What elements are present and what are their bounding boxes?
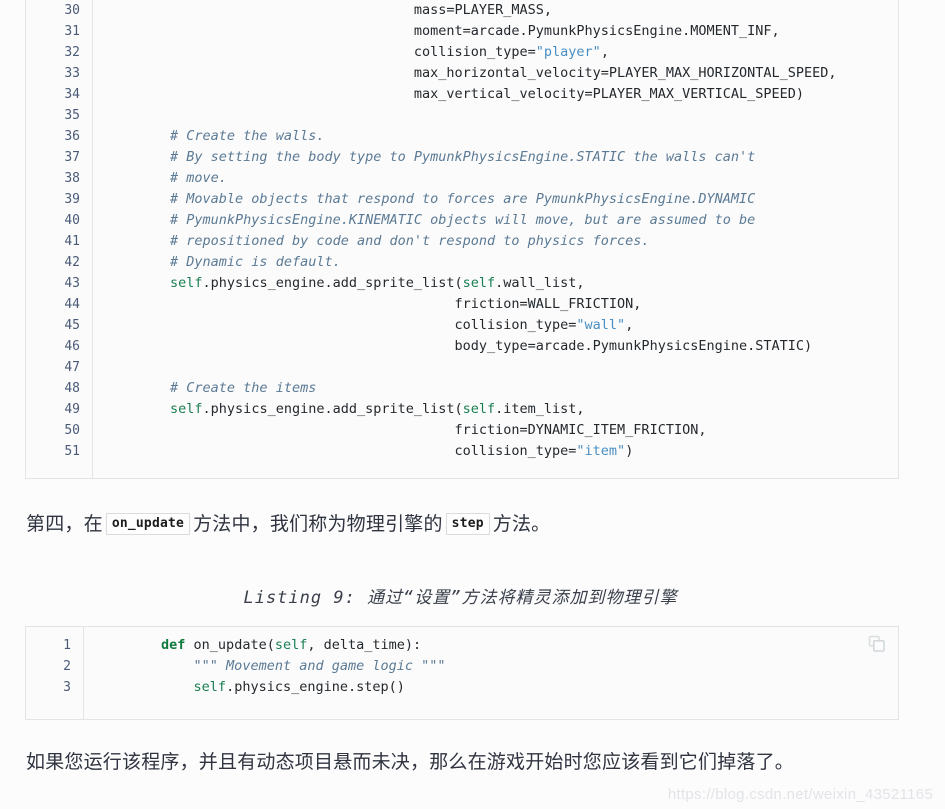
code-line: max_vertical_velocity=PLAYER_MAX_VERTICA… — [413, 86, 804, 102]
code-line: max_horizontal_velocity=PLAYER_MAX_HORIZ… — [413, 65, 837, 81]
code-line: # Create the items — [105, 378, 898, 399]
code-token-doc: """ Movement and game logic """ — [193, 658, 446, 674]
code-content[interactable]: def on_update(self, delta_time): """ Mov… — [84, 627, 898, 719]
line-number: 49 — [64, 402, 80, 417]
code-line: # PymunkPhysicsEngine.KINEMATIC objects … — [105, 210, 898, 231]
line-number: 38 — [64, 171, 80, 186]
code-line: # By setting the body type to PymunkPhys… — [105, 147, 898, 168]
line-number: 40 — [64, 213, 80, 228]
line-number: 35 — [64, 108, 80, 123]
code-line: self.physics_engine.add_sprite_list(self… — [170, 275, 585, 291]
code-line: moment=arcade.PymunkPhysicsEngine.MOMENT… — [413, 23, 780, 39]
code-line: # Movable objects that respond to forces… — [105, 189, 898, 210]
line-number-gutter: 1 2 3 — [26, 627, 84, 719]
line-number: 33 — [64, 66, 80, 81]
line-number: 48 — [64, 381, 80, 396]
paragraph-closing: 如果您运行该程序，并且有动态项目悬而未决，那么在游戏开始时您应该看到它们掉落了。 — [26, 752, 795, 773]
code-token-com: # By setting the body type to PymunkPhys… — [170, 149, 756, 165]
code-line: collision_type="item") — [454, 443, 634, 459]
line-number-gutter: 30 31 32 33 34 35 36 37 38 39 40 41 42 43 44 45 46 47 48 49… — [26, 0, 93, 478]
code-line: def on_update(self, delta_time): — [161, 637, 422, 653]
code-token-self: self — [170, 401, 203, 417]
line-number: 39 — [64, 192, 80, 207]
line-number: 32 — [64, 45, 80, 60]
line-number: 30 — [64, 3, 80, 18]
code-line: self.physics_engine.step() — [193, 679, 405, 695]
code-line: friction=DYNAMIC_ITEM_FRICTION, — [454, 422, 707, 438]
line-number: 44 — [64, 297, 80, 312]
paragraph-text-part-2: 方法中，我们称为物理引擎的 — [193, 514, 443, 535]
csdn-watermark: https://blog.csdn.net/weixin_43521165 — [667, 786, 933, 803]
line-number: 2 — [63, 659, 71, 674]
listing-caption: Listing 9: 通过“设置”方法将精灵添加到物理引擎 — [243, 588, 678, 608]
code-line: collision_type="player", — [413, 44, 609, 60]
line-number: 46 — [64, 339, 80, 354]
code-line: # move. — [105, 168, 898, 189]
code-block-listing-8: 30 31 32 33 34 35 36 37 38 39 40 41 42 43 44 45 46 47 48 49… — [25, 0, 899, 479]
inline-code-on-update: on_update — [105, 513, 191, 535]
line-number: 41 — [64, 234, 80, 249]
line-number: 1 — [63, 638, 71, 653]
code-line: """ Movement and game logic """ — [96, 656, 898, 677]
code-line: # Create the walls. — [105, 126, 898, 147]
code-token-kw: def — [161, 637, 186, 653]
line-number: 34 — [64, 87, 80, 102]
code-line: # Dynamic is default. — [105, 252, 898, 273]
code-token-com: # Create the items — [170, 380, 317, 396]
line-number: 50 — [64, 423, 80, 438]
code-content[interactable]: mass=PLAYER_MASS, moment=arcade.PymunkPh… — [93, 0, 898, 478]
line-number: 43 — [64, 276, 80, 291]
code-token-str: "item" — [576, 443, 626, 459]
code-token-self: self — [462, 275, 496, 291]
article-page: 30 31 32 33 34 35 36 37 38 39 40 41 42 43 44 45 46 47 48 49… — [0, 0, 945, 809]
line-number: 45 — [64, 318, 80, 333]
line-number: 31 — [64, 24, 80, 39]
code-token-self: self — [170, 275, 203, 291]
line-number: 37 — [64, 150, 80, 165]
line-number: 36 — [64, 129, 80, 144]
line-number: 42 — [64, 255, 80, 270]
line-number: 3 — [63, 680, 71, 695]
code-token-com: # move. — [170, 170, 227, 186]
paragraph-text-part-1: 第四，在 — [26, 514, 103, 535]
code-line: friction=WALL_FRICTION, — [454, 296, 642, 312]
code-block-listing-9: 1 2 3 def on_update(self, delta_time): """… — [25, 626, 899, 720]
copy-icon[interactable] — [868, 635, 886, 653]
code-token-self: self — [193, 679, 227, 695]
paragraph-text-part-3: 方法。 — [492, 514, 551, 535]
code-token-com: # repositioned by code and don't respond… — [170, 233, 650, 249]
code-token-self: self — [274, 637, 308, 653]
code-line: # repositioned by code and don't respond… — [105, 231, 898, 252]
code-token-str: "player" — [535, 44, 601, 60]
code-token-com: # PymunkPhysicsEngine.KINEMATIC objects … — [170, 212, 756, 228]
code-line: mass=PLAYER_MASS, — [413, 2, 553, 18]
code-token-self: self — [462, 401, 496, 417]
code-token-com: # Create the walls. — [170, 128, 325, 144]
code-line: self.physics_engine.add_sprite_list(self… — [170, 401, 585, 417]
code-line: collision_type="wall", — [454, 317, 634, 333]
inline-code-step: step — [445, 513, 490, 535]
code-token-str: "wall" — [576, 317, 626, 333]
line-number: 51 — [64, 444, 80, 459]
line-number: 47 — [64, 360, 80, 375]
code-token-com: # Movable objects that respond to forces… — [170, 191, 756, 207]
paragraph-on-update: 第四，在 on_update 方法中，我们称为物理引擎的 step 方法。 — [26, 510, 550, 540]
code-token-com: # Dynamic is default. — [170, 254, 341, 270]
code-line: body_type=arcade.PymunkPhysicsEngine.STA… — [454, 338, 813, 354]
